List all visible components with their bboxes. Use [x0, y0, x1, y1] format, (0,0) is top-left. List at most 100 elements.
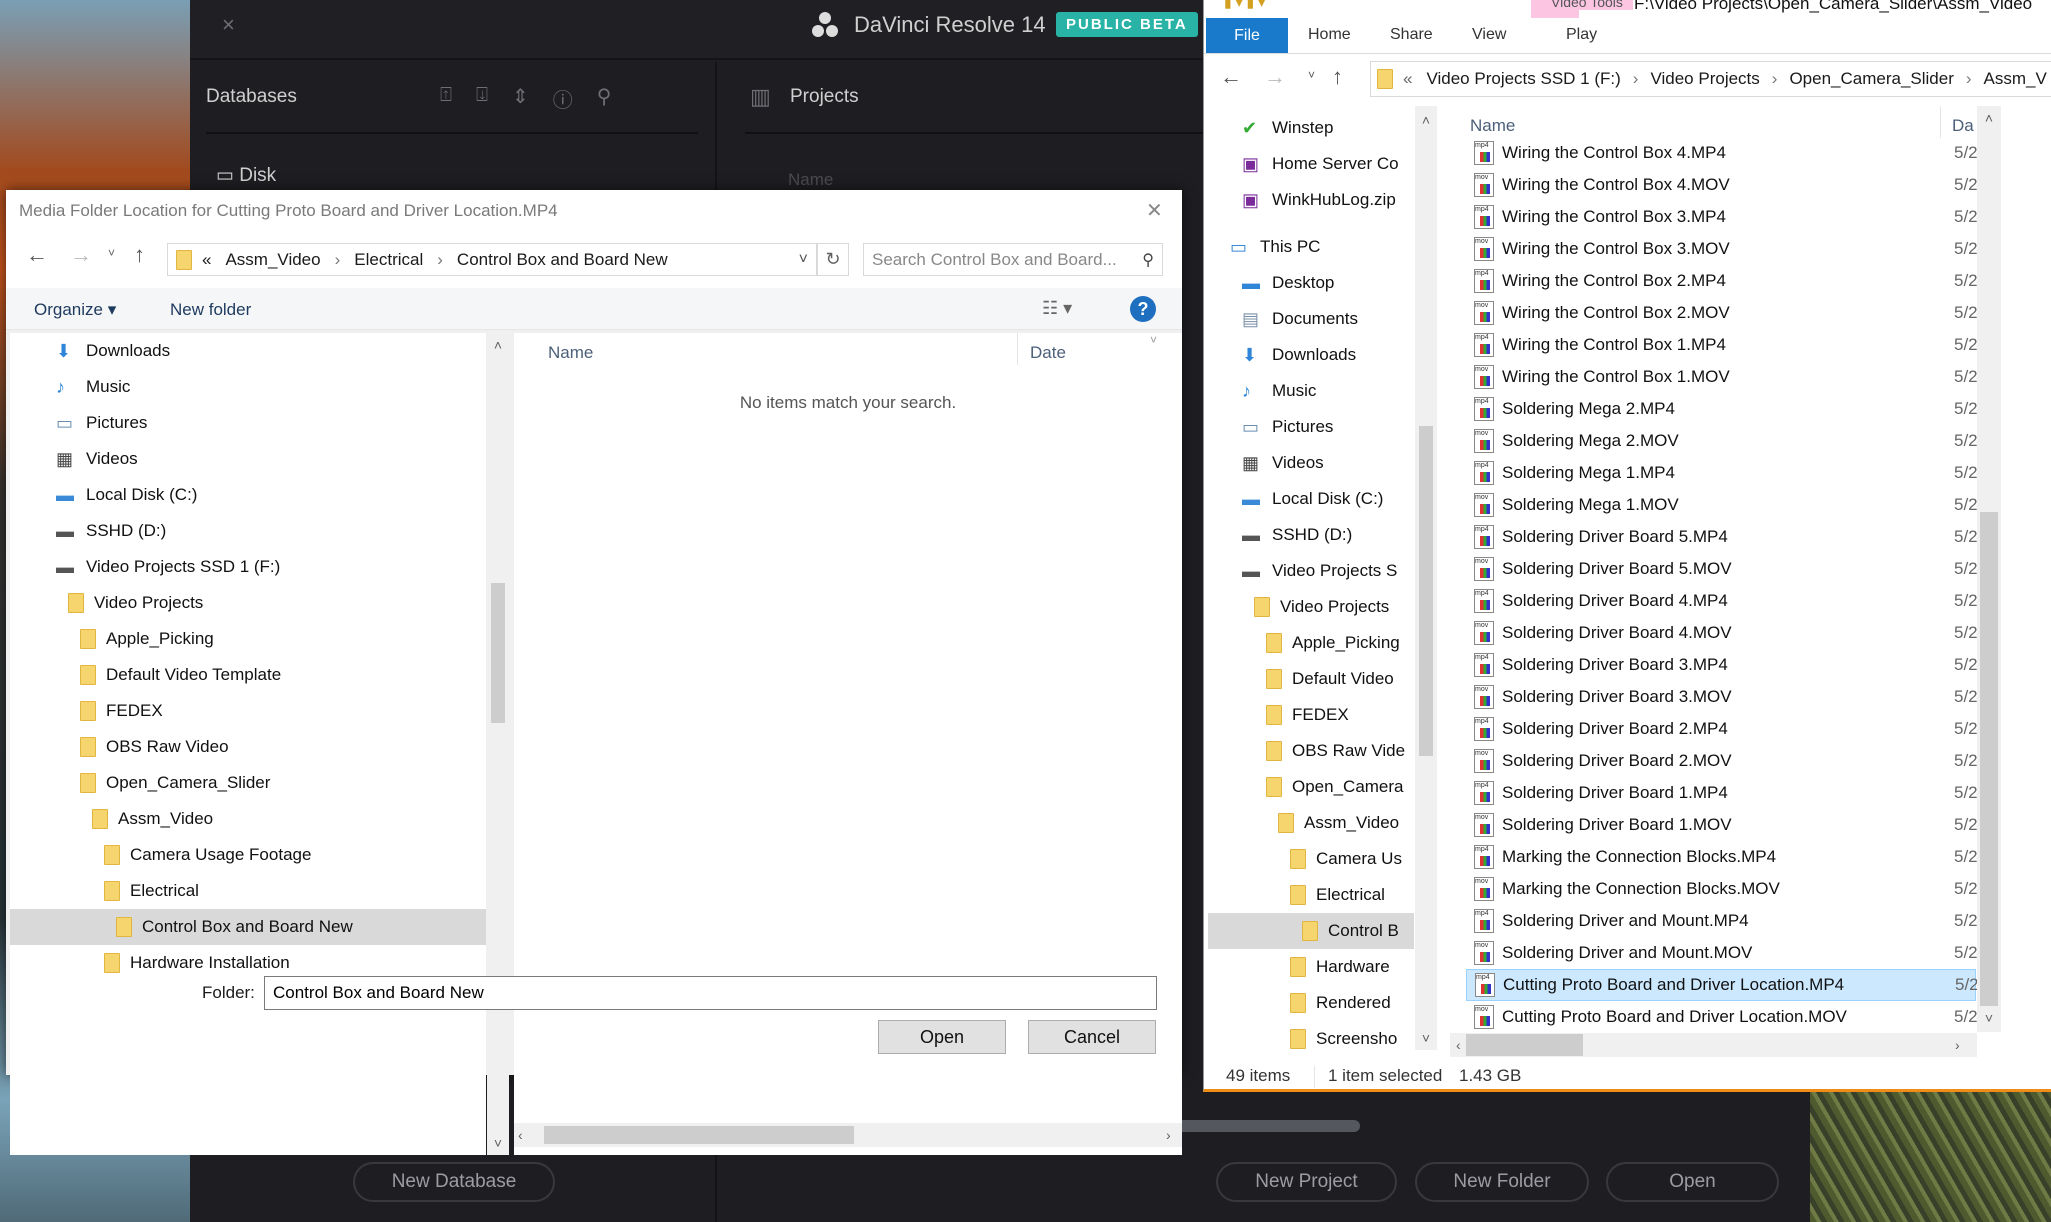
scroll-up-icon[interactable]: ˄ — [1415, 108, 1437, 132]
horizontal-scrollbar[interactable]: ‹ › — [514, 1123, 1182, 1147]
scroll-down-icon[interactable]: ˅ — [1415, 1026, 1437, 1050]
recent-dropdown-icon[interactable]: ˅ — [1308, 68, 1315, 82]
organize-menu[interactable]: Organize ▾ — [34, 300, 116, 320]
breadcrumb-overflow[interactable]: « — [202, 250, 211, 270]
nav-item[interactable]: OBS Raw Vide — [1208, 733, 1414, 769]
nav-item[interactable]: ♪ Music — [1208, 373, 1414, 409]
navigation-pane[interactable]: ⬇ Downloads ♪ Music ▭ Pictures ▦ Videos ▬ Local D… — [10, 333, 486, 1155]
back-arrow-icon[interactable]: ← — [26, 242, 48, 268]
nav-item[interactable]: ⬇ Downloads — [1208, 337, 1414, 373]
help-icon[interactable]: ? — [1130, 296, 1156, 322]
tab-share[interactable]: Share — [1390, 26, 1433, 44]
nav-item[interactable]: FEDEX — [10, 693, 486, 729]
file-row[interactable]: mov Marking the Connection Blocks.MOV 5/2 — [1466, 873, 1978, 905]
file-row[interactable]: mp4 Soldering Driver and Mount.MP4 5/2 — [1466, 905, 1978, 937]
up-arrow-icon[interactable]: ↑ — [1332, 64, 1343, 90]
folder-input[interactable]: Control Box and Board New — [264, 976, 1157, 1010]
scroll-left-icon[interactable]: ‹ — [518, 1123, 523, 1147]
file-list-scrollbar[interactable]: ˄ ˅ — [1977, 106, 2001, 1032]
cancel-button[interactable]: Cancel — [1028, 1020, 1156, 1054]
open-button[interactable]: Open — [878, 1020, 1006, 1054]
file-row[interactable]: mov Wiring the Control Box 1.MOV 5/2 — [1466, 361, 1978, 393]
nav-item[interactable]: Default Video Template — [10, 657, 486, 693]
horizontal-scrollbar[interactable]: ‹ › — [1450, 1033, 1977, 1057]
nav-item[interactable]: ✔ Winstep — [1208, 110, 1414, 146]
nav-item[interactable]: ▦ Videos — [1208, 445, 1414, 481]
name-column-header[interactable]: Name — [548, 343, 593, 363]
address-bar[interactable]: « Assm_Video › Electrical › Control Box … — [167, 243, 817, 276]
nav-item[interactable]: Assm_Video — [1208, 805, 1414, 841]
search-input[interactable]: Search Control Box and Board... ⚲ — [863, 243, 1163, 276]
name-column-header[interactable]: Name — [1470, 116, 1515, 136]
close-icon[interactable]: × — [222, 12, 235, 38]
new-folder-button[interactable]: New Folder — [1415, 1162, 1589, 1202]
nav-item[interactable]: ▣ WinkHubLog.zip — [1208, 182, 1414, 218]
scroll-down-icon[interactable]: ˅ — [487, 1131, 509, 1155]
file-row[interactable]: mp4 Soldering Mega 1.MP4 5/2 — [1466, 457, 1978, 489]
file-row[interactable]: mp4 Wiring the Control Box 2.MP4 5/2 — [1466, 265, 1978, 297]
address-dropdown-icon[interactable]: ˅ — [799, 251, 808, 269]
breadcrumb-assm-video[interactable]: Assm_V — [1984, 69, 2047, 89]
breadcrumb-current[interactable]: Control Box and Board New — [457, 250, 668, 270]
export-database-icon[interactable]: ⍗ — [476, 84, 488, 113]
breadcrumb-overflow[interactable]: « — [1403, 69, 1412, 89]
date-column-header[interactable]: Da — [1952, 116, 1974, 136]
scroll-down-icon[interactable]: ˅ — [1977, 1006, 2001, 1030]
recent-dropdown-icon[interactable]: ˅ — [108, 246, 115, 260]
disk-item[interactable]: ▭ Disk — [216, 164, 276, 187]
open-project-button[interactable]: Open — [1606, 1162, 1779, 1202]
file-row[interactable]: mov Soldering Driver Board 2.MOV 5/2 — [1466, 745, 1978, 777]
file-row[interactable]: mp4 Soldering Driver Board 5.MP4 5/2 — [1466, 521, 1978, 553]
scroll-thumb[interactable] — [1980, 512, 1998, 1006]
file-row[interactable]: mp4 Soldering Driver Board 1.MP4 5/2 — [1466, 777, 1978, 809]
nav-item[interactable]: ▬ Local Disk (C:) — [1208, 481, 1414, 517]
nav-item[interactable]: ▤ Documents — [1208, 301, 1414, 337]
nav-item[interactable]: ▭ Pictures — [10, 405, 486, 441]
nav-item[interactable]: Video Projects — [10, 585, 486, 621]
file-row[interactable]: mp4 Soldering Mega 2.MP4 5/2 — [1466, 393, 1978, 425]
nav-item[interactable]: Rendered — [1208, 985, 1414, 1021]
file-row[interactable]: mov Soldering Driver and Mount.MOV 5/2 — [1466, 937, 1978, 969]
file-row[interactable]: mov Wiring the Control Box 4.MOV 5/2 — [1466, 169, 1978, 201]
nav-item[interactable]: Electrical — [10, 873, 486, 909]
nav-item[interactable]: Apple_Picking — [10, 621, 486, 657]
nav-item[interactable]: Assm_Video — [10, 801, 486, 837]
file-row[interactable]: mp4 Soldering Driver Board 4.MP4 5/2 — [1466, 585, 1978, 617]
nav-item[interactable]: Electrical — [1208, 877, 1414, 913]
up-arrow-icon[interactable]: ↑ — [134, 242, 145, 268]
file-row[interactable]: mp4 Wiring the Control Box 1.MP4 5/2 — [1466, 329, 1978, 361]
info-icon[interactable]: ⓘ — [553, 84, 573, 113]
forward-arrow-icon[interactable]: → — [70, 242, 92, 268]
new-database-button[interactable]: New Database — [353, 1162, 555, 1202]
nav-item[interactable]: ▦ Videos — [10, 441, 486, 477]
nav-item[interactable]: Screensho — [1208, 1021, 1414, 1050]
tab-file[interactable]: File — [1206, 18, 1288, 54]
nav-item[interactable]: ▬ SSHD (D:) — [10, 513, 486, 549]
nav-item[interactable]: Control Box and Board New — [10, 909, 486, 945]
close-button[interactable]: ✕ — [1146, 198, 1163, 223]
nav-item[interactable]: OBS Raw Video — [10, 729, 486, 765]
refresh-icon[interactable]: ↻ — [817, 243, 849, 276]
file-row[interactable]: mp4 Wiring the Control Box 3.MP4 5/2 — [1466, 201, 1978, 233]
new-folder-button[interactable]: New folder — [170, 300, 251, 320]
nav-item[interactable]: Apple_Picking — [1208, 625, 1414, 661]
back-arrow-icon[interactable]: ← — [1220, 64, 1242, 90]
breadcrumb-assm-video[interactable]: Assm_Video — [225, 250, 320, 270]
file-row[interactable]: mp4 Wiring the Control Box 4.MP4 5/2 — [1466, 137, 1978, 169]
scroll-up-icon[interactable]: ˄ — [487, 333, 509, 357]
file-row[interactable]: mov Cutting Proto Board and Driver Locati… — [1466, 1001, 1978, 1033]
nav-item[interactable]: Camera Us — [1208, 841, 1414, 877]
import-database-icon[interactable]: ⍐ — [440, 84, 452, 113]
scroll-thumb[interactable] — [1419, 426, 1433, 756]
nav-item[interactable]: Default Video — [1208, 661, 1414, 697]
file-row[interactable]: mov Wiring the Control Box 3.MOV 5/2 — [1466, 233, 1978, 265]
file-row[interactable]: mp4 Cutting Proto Board and Driver Locati… — [1466, 969, 1979, 1001]
nav-item[interactable]: ▬ Video Projects S — [1208, 553, 1414, 589]
sort-icon[interactable]: ⇕ — [512, 84, 529, 113]
quick-access-toolbar-icon[interactable]: ▮ ▾ ▮ ▾ — [1224, 0, 1265, 11]
file-row[interactable]: mp4 Marking the Connection Blocks.MP4 5/2 — [1466, 841, 1978, 873]
breadcrumb-drive[interactable]: Video Projects SSD 1 (F:) — [1426, 69, 1620, 89]
nav-item[interactable]: ▭ Pictures — [1208, 409, 1414, 445]
nav-scrollbar[interactable]: ˄ ˅ — [487, 333, 509, 1155]
breadcrumb-video-projects[interactable]: Video Projects — [1650, 69, 1759, 89]
